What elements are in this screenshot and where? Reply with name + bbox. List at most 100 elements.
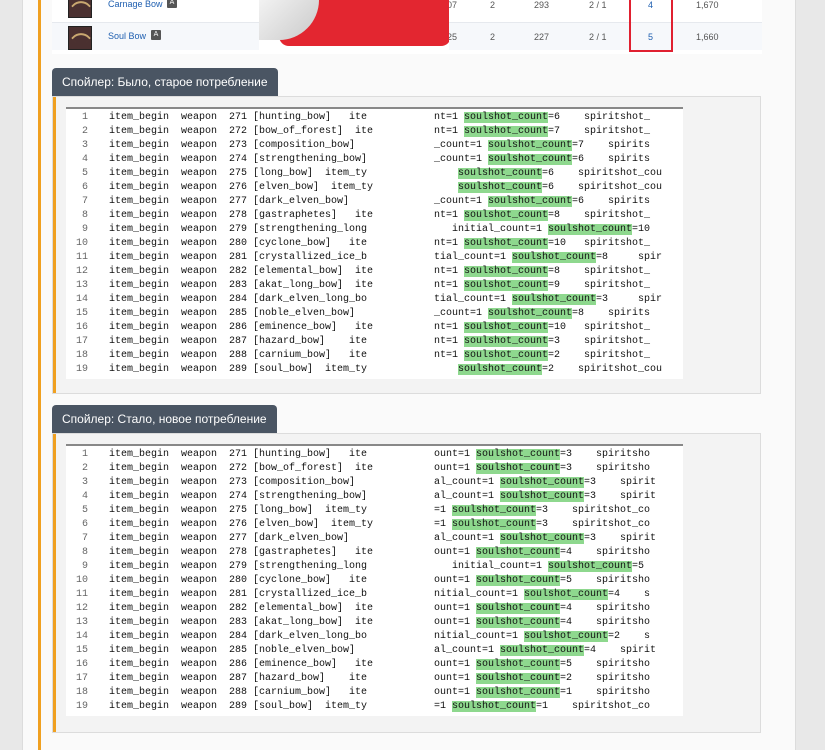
code-right-part: _count=1 soulshot_count=6 spirits [434, 153, 650, 167]
code-line: 4 item_begin weapon 274 [strengthening_bo… [66, 153, 683, 167]
code-text: =5 spiritsho [560, 659, 651, 670]
code-text: nt=1 [434, 350, 465, 361]
weapon-name-link[interactable]: Carnage Bow [108, 0, 163, 9]
code-text: =3 spiritshot_ [548, 336, 651, 347]
code-text: nt=1 [434, 336, 465, 347]
line-number: 16 [75, 322, 88, 333]
line-number: 5 [81, 505, 88, 516]
code-right-part: al_count=1 soulshot_count=3 spirit [434, 490, 656, 504]
line-number: 16 [75, 659, 88, 670]
code-text: =3 spiritsho [560, 449, 651, 460]
code-right-part: nt=1 soulshot_count=7 spiritshot_ [434, 125, 650, 139]
line-number: 10 [75, 575, 88, 586]
code-top-border [66, 444, 683, 446]
line-number: 17 [75, 673, 88, 684]
consumption-ratio: 2 / 1 [589, 0, 607, 10]
code-text: ount=1 [434, 449, 477, 460]
code-right-part: soulshot_count=6 spiritshot_cou [434, 167, 662, 181]
line-number: 13 [75, 617, 88, 628]
line-number: 15 [75, 308, 88, 319]
line-number: 4 [81, 491, 88, 502]
code-text: =5 [632, 561, 645, 572]
carnage-bow-icon [68, 0, 92, 18]
search-highlight: soulshot_count [548, 224, 633, 235]
code-line: 4 item_begin weapon 274 [strengthening_bo… [66, 490, 683, 504]
code-left-part: item_begin weapon 275 [long_bow] item_ty [109, 505, 368, 516]
code-text: =10 [632, 224, 651, 235]
code-text: =6 spiritshot_ [548, 112, 651, 123]
code-line: 10 item_begin weapon 280 [cyclone_bow] it… [66, 237, 683, 251]
code-left-part: item_begin weapon 273 [composition_bow] [109, 477, 356, 488]
code-left-part: item_begin weapon 284 [dark_elven_long_b… [109, 631, 368, 642]
code-line: 5 item_begin weapon 275 [long_bow] item_t… [66, 167, 683, 181]
code-right-part: nt=1 soulshot_count=9 spiritshot_ [434, 279, 650, 293]
line-number: 12 [75, 266, 88, 277]
code-line: 8 item_begin weapon 278 [gastraphetes] it… [66, 546, 683, 560]
code-text: =4 spiritsho [560, 617, 651, 628]
line-number: 4 [81, 154, 88, 165]
code-left-part: item_begin weapon 284 [dark_elven_long_b… [109, 294, 368, 305]
code-left-part: item_begin weapon 278 [gastraphetes] ite [109, 210, 374, 221]
code-top-border [66, 107, 683, 109]
search-highlight: soulshot_count [524, 589, 609, 600]
search-highlight: soulshot_count [512, 294, 597, 305]
weapon-name-link[interactable]: Soul Bow [108, 31, 146, 41]
code-text: =4 spiritsho [560, 603, 651, 614]
search-highlight: soulshot_count [512, 252, 597, 263]
code-right-part: al_count=1 soulshot_count=4 spirit [434, 644, 656, 658]
code-left-part: item_begin weapon 279 [strengthening_lon… [109, 561, 368, 572]
code-line: 1 item_begin weapon 271 [hunting_bow] ite… [66, 111, 683, 125]
code-text: =9 spiritshot_ [548, 280, 651, 291]
code-left-part: item_begin weapon 283 [akat_long_bow] it… [109, 280, 374, 291]
search-highlight: soulshot_count [464, 210, 549, 221]
code-left-part: item_begin weapon 288 [carnium_bow] ite [109, 687, 368, 698]
code-text: al_count=1 [434, 533, 501, 544]
code-right-part: soulshot_count=6 spiritshot_cou [434, 181, 662, 195]
search-highlight: soulshot_count [476, 547, 561, 558]
code-right-part: nitial_count=1 soulshot_count=2 s [434, 630, 650, 644]
code-text: =5 spiritsho [560, 575, 651, 586]
spoiler-toggle-new[interactable]: Спойлер: Стало, новое потребление [52, 405, 277, 433]
search-highlight: soulshot_count [548, 561, 633, 572]
code-line: 17 item_begin weapon 287 [hazard_bow] ite… [66, 335, 683, 349]
line-number: 18 [75, 687, 88, 698]
code-left-part: item_begin weapon 283 [akat_long_bow] it… [109, 617, 374, 628]
search-highlight: soulshot_count [476, 575, 561, 586]
code-line: 9 item_begin weapon 279 [strengthening_lo… [66, 223, 683, 237]
table-cell: 227 [534, 32, 550, 42]
code-line: 3 item_begin weapon 273 [composition_bow]… [66, 476, 683, 490]
code-right-part: nt=1 soulshot_count=10 spiritshot_ [434, 321, 650, 335]
code-left-part: item_begin weapon 272 [bow_of_forest] it… [109, 463, 374, 474]
code-left-part: item_begin weapon 287 [hazard_bow] ite [109, 673, 368, 684]
code-text: =8 spiritshot_ [548, 266, 651, 277]
code-line: 12 item_begin weapon 282 [elemental_bow] … [66, 265, 683, 279]
code-right-part: nt=1 soulshot_count=3 spiritshot_ [434, 335, 650, 349]
code-left-part: item_begin weapon 285 [noble_elven_bow] [109, 308, 356, 319]
code-line: 6 item_begin weapon 276 [elven_bow] item_… [66, 181, 683, 195]
code-text: nt=1 [434, 280, 465, 291]
line-number: 5 [81, 168, 88, 179]
search-highlight: soulshot_count [488, 154, 573, 165]
code-line: 15 item_begin weapon 285 [noble_elven_bow… [66, 644, 683, 658]
code-right-part: _count=1 soulshot_count=7 spirits [434, 139, 650, 153]
code-text: =3 spir [596, 294, 663, 305]
code-line: 1 item_begin weapon 271 [hunting_bow] ite… [66, 448, 683, 462]
line-number: 1 [81, 112, 88, 123]
code-right-part: nt=1 soulshot_count=6 spiritshot_ [434, 111, 650, 125]
search-highlight: soulshot_count [464, 336, 549, 347]
search-highlight: soulshot_count [500, 533, 585, 544]
code-text: =4 spirit [584, 645, 657, 656]
code-text: =1 [434, 701, 453, 712]
table-cell: 2 [490, 0, 496, 10]
line-number: 13 [75, 280, 88, 291]
code-left-part: item_begin weapon 279 [strengthening_lon… [109, 224, 368, 235]
spoiler-toggle-old[interactable]: Спойлер: Было, старое потребление [52, 68, 278, 96]
code-left-part: item_begin weapon 274 [strengthening_bow… [109, 491, 368, 502]
code-left-part: item_begin weapon 285 [noble_elven_bow] [109, 645, 356, 656]
code-left-part: item_begin weapon 271 [hunting_bow] ite [109, 449, 368, 460]
code-text: al_count=1 [434, 477, 501, 488]
code-text: nt=1 [434, 266, 465, 277]
code-text: =1 [434, 519, 453, 530]
line-number: 14 [75, 294, 88, 305]
